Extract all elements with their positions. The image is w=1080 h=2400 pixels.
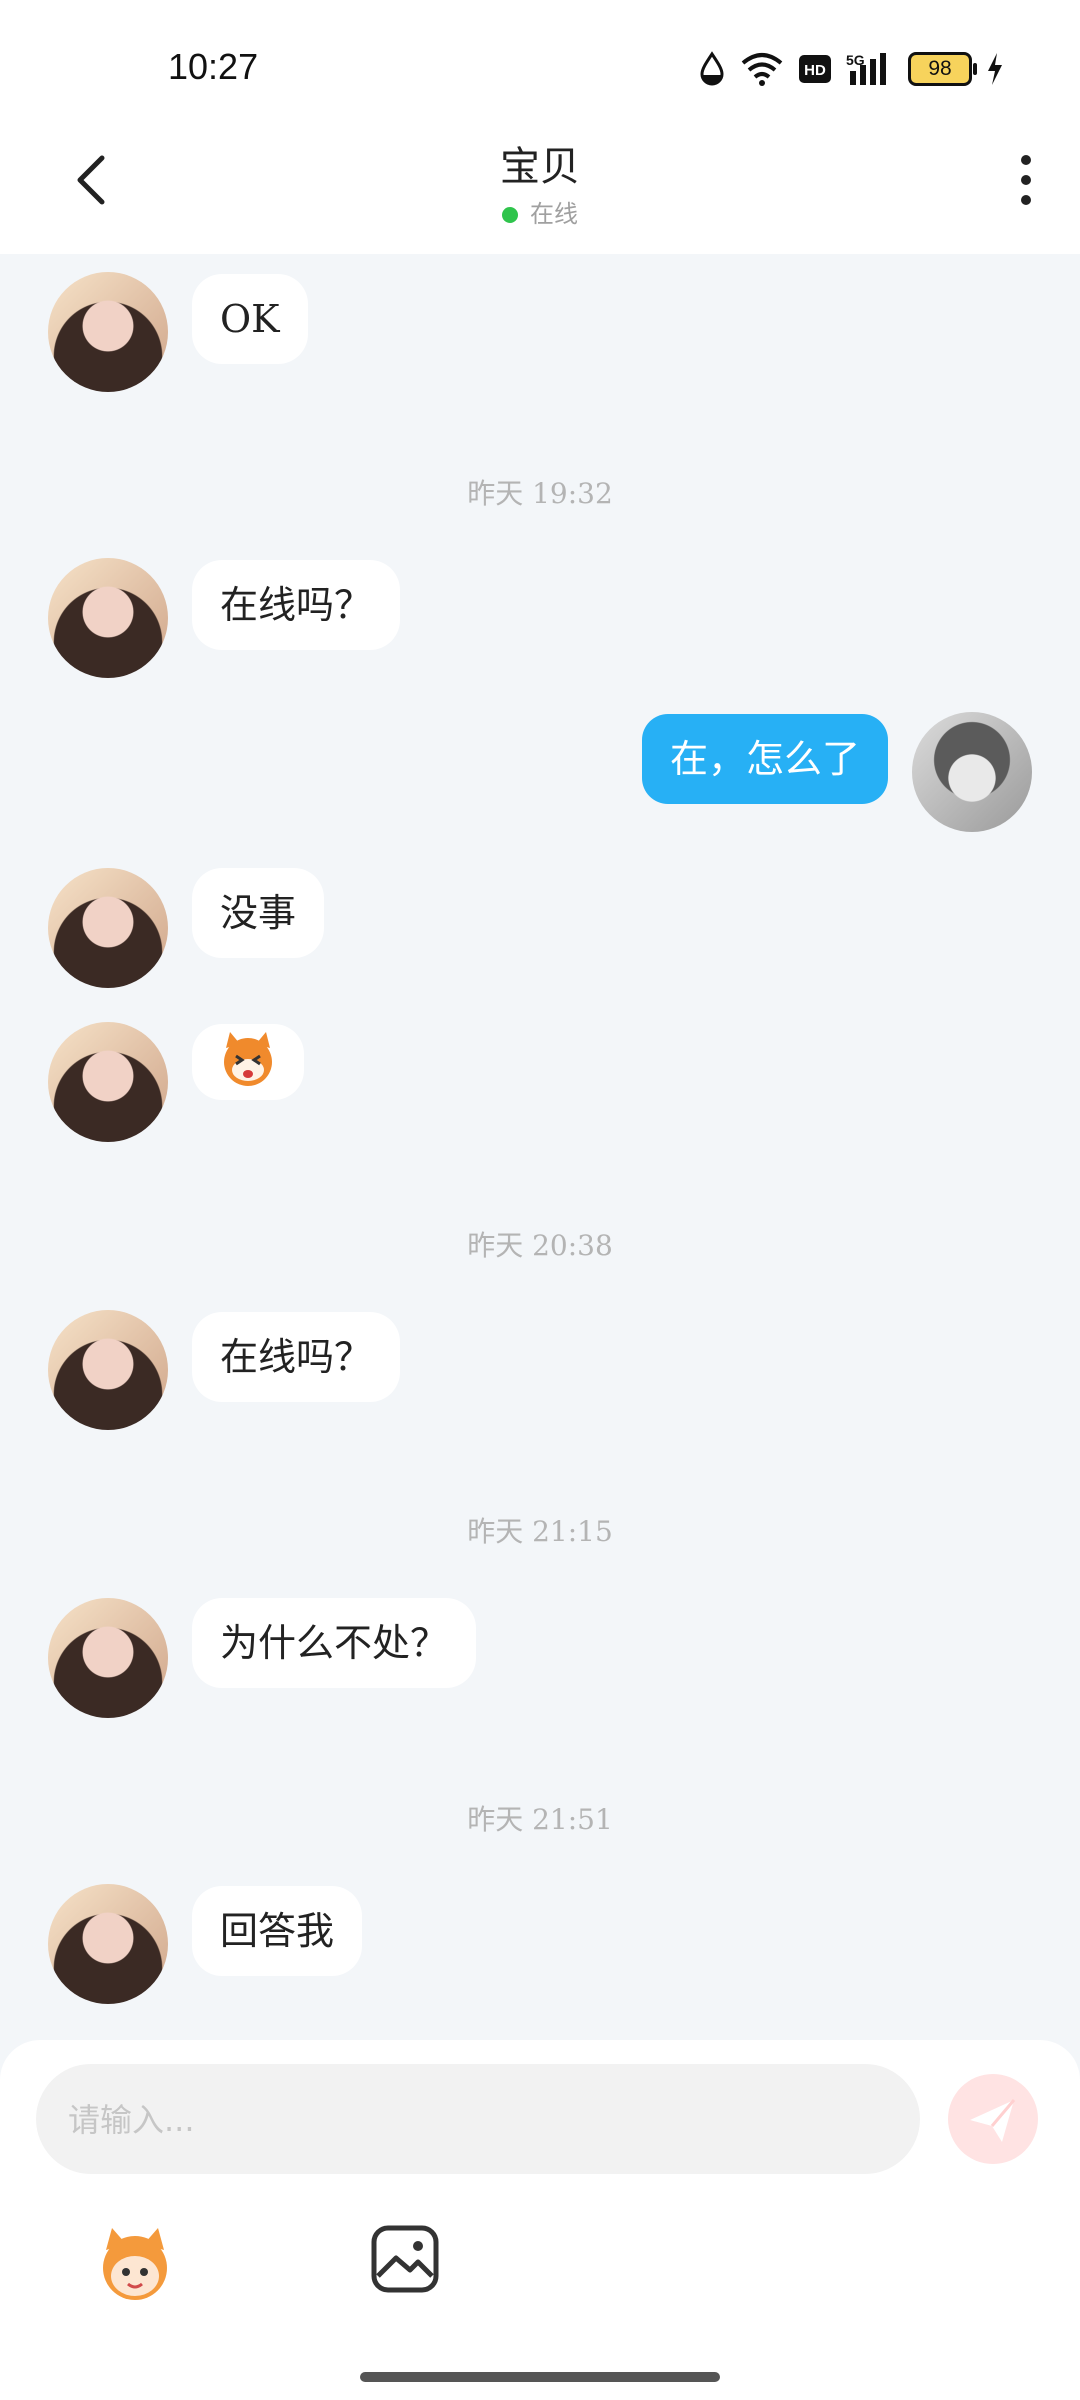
contact-avatar[interactable] [48,868,168,988]
contact-avatar[interactable] [48,1598,168,1718]
contact-avatar[interactable] [48,1022,168,1142]
status-icons: HD 5G 98 [698,48,1004,90]
message-bubble-sticker[interactable] [192,1024,304,1100]
signal-5g-icon: 5G [846,52,886,85]
my-avatar[interactable] [912,712,1032,832]
online-dot-icon [502,207,518,223]
mascot-emoji-icon[interactable] [90,2220,180,2310]
message-timestamp: 昨天 19:32 [467,477,613,510]
image-icon[interactable] [370,2224,440,2294]
contact-avatar[interactable] [48,1884,168,2004]
contact-avatar[interactable] [48,272,168,392]
message-list[interactable]: OK 昨天 19:32 在线吗？ 在，怎么了 没事 昨天 20:38 在线吗？ … [0,254,1080,2040]
svg-text:HD: HD [804,62,826,79]
message-bubble-received[interactable]: OK [192,274,308,364]
more-vertical-icon[interactable] [1006,150,1046,210]
contact-name: 宝贝 [500,144,580,190]
water-drop-icon [700,51,724,86]
message-input-wrapper[interactable] [36,2064,920,2176]
message-bubble-received[interactable]: 回答我 [192,1886,363,1976]
message-input[interactable] [66,2064,890,2176]
contact-avatar[interactable] [48,1310,168,1430]
chat-header: 宝贝 在线 [0,120,1080,254]
message-bubble-received[interactable]: 在线吗？ [192,560,401,650]
charging-icon [988,53,1002,85]
message-timestamp: 昨天 21:15 [467,1515,613,1548]
message-bubble-received[interactable]: 没事 [192,868,325,958]
message-composer [0,2040,1080,2400]
home-indicator[interactable] [360,2372,720,2382]
online-status: 在线 [0,194,1080,229]
status-bar: 10:27 HD 5G 98 [0,0,1080,120]
message-timestamp: 昨天 20:38 [467,1229,613,1262]
contact-avatar[interactable] [48,558,168,678]
message-bubble-sent[interactable]: 在，怎么了 [641,714,888,804]
hd-icon: HD [799,55,831,83]
online-status-label: 在线 [530,200,578,228]
fox-sticker-icon [224,1032,272,1086]
message-bubble-received[interactable]: 为什么不处？ [192,1598,477,1688]
send-button[interactable] [948,2074,1038,2164]
battery-icon: 98 [908,52,977,86]
message-bubble-received[interactable]: 在线吗？ [192,1312,401,1402]
status-time: 10:27 [168,46,259,87]
paper-plane-icon [970,2099,1016,2142]
wifi-icon [741,53,783,86]
message-timestamp: 昨天 21:51 [467,1803,613,1836]
